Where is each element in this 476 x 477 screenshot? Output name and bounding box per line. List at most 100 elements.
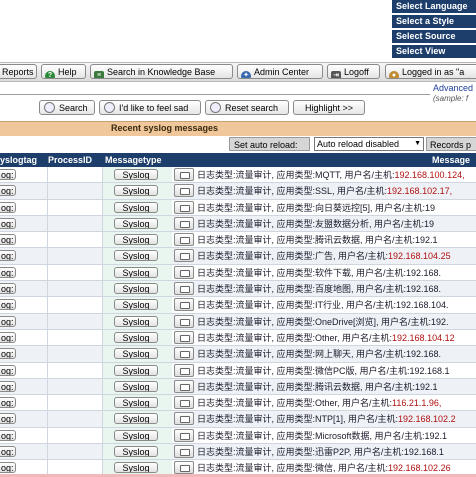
message-details-icon[interactable] (174, 379, 194, 393)
syslogtag-button[interactable]: og: (0, 429, 16, 441)
messagetype-cell: Syslog (102, 362, 172, 378)
select-view-item[interactable]: Select View (392, 45, 476, 58)
message-details-icon[interactable] (174, 298, 194, 312)
processid-cell (47, 183, 102, 199)
messagetype-button[interactable]: Syslog (114, 331, 158, 343)
message-details-icon[interactable] (174, 314, 194, 328)
syslogtag-button[interactable]: og: (0, 201, 16, 213)
syslogtag-button[interactable]: og: (0, 169, 16, 180)
message-details-icon[interactable] (174, 396, 194, 410)
knowledge-base-button[interactable]: ≡ Search in Knowledge Base (90, 64, 233, 79)
col-message[interactable]: Message (432, 153, 476, 167)
table-row: og: Syslog 日志类型:流量审计, 应用类型:友盟数据分析, 用户名/主机:… (0, 215, 476, 233)
col-processid[interactable]: ProcessID (48, 153, 102, 167)
syslogtag-button[interactable]: og: (0, 380, 16, 392)
syslogtag-button[interactable]: og: (0, 331, 16, 343)
syslogtag-button[interactable]: og: (0, 397, 16, 409)
message-text: 日志类型:流量审计, 应用类型:广告, 用户名/主机:192.168.104.2… (197, 248, 451, 263)
advanced-search-link[interactable]: Advanced (433, 83, 473, 93)
search-button[interactable]: Search (39, 100, 95, 115)
knowledge-base-icon: ≡ (94, 71, 104, 78)
syslogtag-button[interactable]: og: (0, 315, 16, 327)
message-details-icon[interactable] (174, 168, 194, 181)
message-text: 日志类型:流量审计, 应用类型:Other, 用户名/主机:116.21.1.9… (197, 395, 441, 410)
messagetype-button[interactable]: Syslog (114, 234, 158, 246)
syslogtag-button[interactable]: og: (0, 348, 16, 360)
message-details-icon[interactable] (174, 347, 194, 361)
messagetype-button[interactable]: Syslog (114, 201, 158, 213)
messagetype-button[interactable]: Syslog (114, 348, 158, 360)
syslogtag-button[interactable]: og: (0, 364, 16, 376)
messagetype-cell: Syslog (102, 183, 172, 199)
table-row: og: Syslog 日志类型:流量审计, 应用类型:IT行业, 用户名/主机:19… (0, 297, 476, 314)
processid-cell (47, 248, 102, 264)
message-details-icon[interactable] (174, 282, 194, 296)
messagetype-cell: Syslog (102, 411, 172, 427)
message-details-icon[interactable] (174, 445, 194, 459)
messagetype-button[interactable]: Syslog (114, 299, 158, 311)
reports-button[interactable]: Reports (0, 64, 37, 79)
logoff-button[interactable]: ⇥ Logoff (327, 64, 380, 79)
feel-sad-button[interactable]: I'd like to feel sad (99, 100, 201, 115)
syslogtag-button[interactable]: og: (0, 299, 16, 311)
select-style-item[interactable]: Select a Style (392, 15, 476, 28)
message-details-icon[interactable] (174, 184, 194, 198)
help-button[interactable]: ? Help (41, 64, 86, 79)
messagetype-button[interactable]: Syslog (114, 283, 158, 295)
syslogtag-button[interactable]: og: (0, 446, 16, 458)
syslogtag-button[interactable]: og: (0, 217, 16, 229)
message-details-icon[interactable] (174, 412, 194, 426)
message-details-icon[interactable] (174, 200, 194, 214)
syslogtag-button[interactable]: og: (0, 266, 16, 278)
message-text: 日志类型:流量审计, 应用类型:网上聊天, 用户名/主机:192.168. (197, 346, 441, 361)
messagetype-button[interactable]: Syslog (114, 380, 158, 392)
messagetype-cell: Syslog (102, 427, 172, 444)
messagetype-button[interactable]: Syslog (114, 364, 158, 376)
search-input[interactable] (0, 94, 430, 95)
highlight-button[interactable]: Highlight >> (293, 100, 365, 115)
syslogtag-button[interactable]: og: (0, 462, 16, 474)
syslogtag-button[interactable]: og: (0, 185, 16, 197)
table-row: og: Syslog 日志类型:流量审计, 应用类型:迅雷P2P, 用户名/主机:1… (0, 444, 476, 461)
syslogtag-button[interactable]: og: (0, 283, 16, 295)
messagetype-button[interactable]: Syslog (114, 462, 158, 474)
reset-search-button[interactable]: Reset search (205, 100, 289, 115)
feel-sad-label: I'd like to feel sad (119, 103, 189, 113)
messagetype-button[interactable]: Syslog (114, 397, 158, 409)
messagetype-button[interactable]: Syslog (114, 266, 158, 278)
messagetype-cell: Syslog (102, 297, 172, 313)
auto-reload-select[interactable]: Auto reload disabled ▼ (314, 137, 424, 151)
admin-center-button[interactable]: ✦ Admin Center (237, 64, 323, 79)
select-language-item[interactable]: Select Language (392, 0, 476, 13)
table-header: yslogtag ProcessID Messagetype Message (0, 153, 476, 167)
processid-cell (47, 346, 102, 362)
knowledge-base-label: Search in Knowledge Base (107, 67, 216, 77)
syslogtag-button[interactable]: og: (0, 250, 16, 262)
logoff-label: Logoff (344, 67, 369, 77)
messagetype-button[interactable]: Syslog (114, 446, 158, 458)
col-messagetype[interactable]: Messagetype (105, 153, 171, 167)
syslogtag-button[interactable]: og: (0, 413, 16, 425)
messagetype-button[interactable]: Syslog (114, 185, 158, 197)
highlight-label: Highlight >> (304, 103, 354, 113)
message-details-icon[interactable] (174, 461, 194, 475)
message-details-icon[interactable] (174, 216, 194, 230)
messagetype-button[interactable]: Syslog (114, 413, 158, 425)
messagetype-cell: Syslog (102, 215, 172, 232)
messagetype-button[interactable]: Syslog (114, 217, 158, 229)
message-details-icon[interactable] (174, 265, 194, 279)
messagetype-button[interactable]: Syslog (114, 169, 158, 180)
message-details-icon[interactable] (174, 233, 194, 247)
select-source-item[interactable]: Select Source (392, 30, 476, 43)
messagetype-button[interactable]: Syslog (114, 315, 158, 327)
col-syslogtag[interactable]: yslogtag (0, 153, 46, 167)
message-details-icon[interactable] (174, 428, 194, 442)
message-details-icon[interactable] (174, 330, 194, 344)
message-details-icon[interactable] (174, 363, 194, 377)
message-details-icon[interactable] (174, 249, 194, 263)
messagetype-button[interactable]: Syslog (114, 250, 158, 262)
syslogtag-button[interactable]: og: (0, 234, 16, 246)
messagetype-button[interactable]: Syslog (114, 429, 158, 441)
records-per-page-label[interactable]: Records p (426, 137, 476, 151)
message-text: 日志类型:流量审计, 应用类型:IT行业, 用户名/主机:192.168.104… (197, 297, 449, 312)
